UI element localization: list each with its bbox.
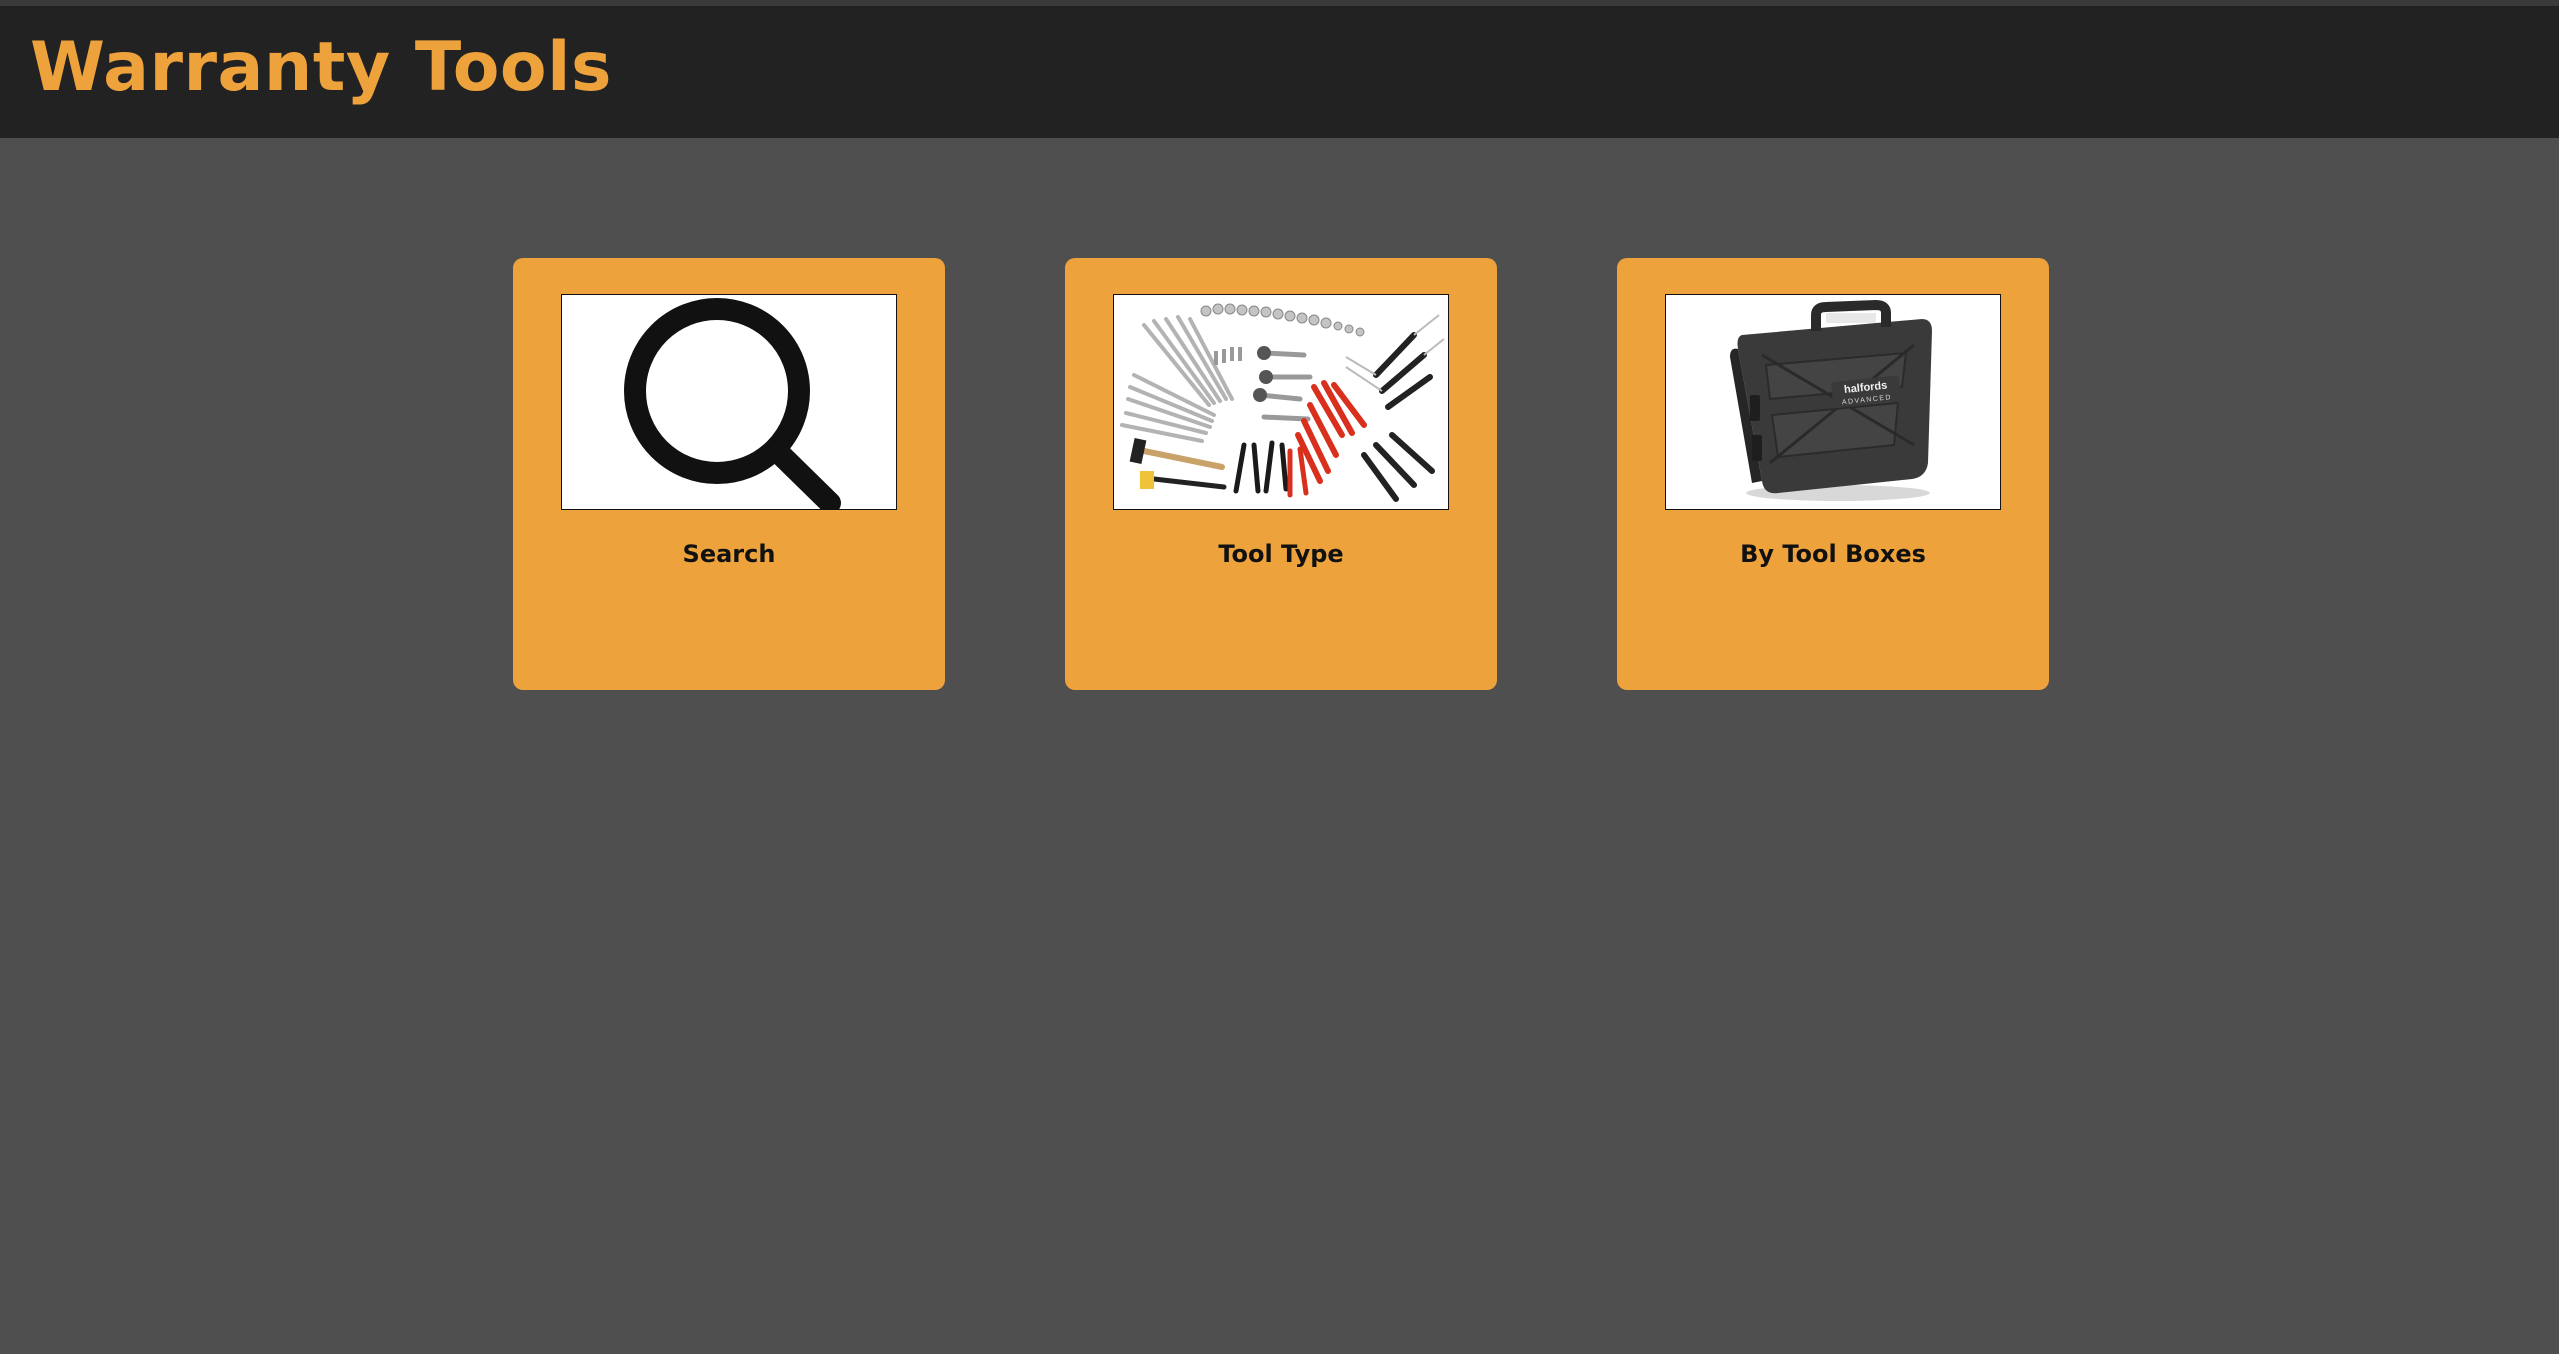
search-card[interactable]: Search	[513, 258, 945, 690]
tool-type-card-label: Tool Type	[1218, 540, 1344, 568]
app-title: Warranty Tools	[30, 28, 612, 107]
tool-type-thumbnail	[1113, 294, 1449, 510]
tool-boxes-thumbnail: halfords ADVANCED	[1665, 294, 2001, 510]
tool-boxes-card-label: By Tool Boxes	[1740, 540, 1926, 568]
tool-box-image: halfords ADVANCED	[1730, 299, 1932, 501]
app-header: Warranty Tools	[0, 6, 2559, 138]
tool-set-image	[1120, 303, 1445, 502]
tool-type-card[interactable]: Tool Type	[1065, 258, 1497, 690]
search-card-label: Search	[682, 540, 776, 568]
magnifier-icon	[624, 298, 841, 509]
tool-boxes-card[interactable]: halfords ADVANCED By Tool Boxes	[1617, 258, 2049, 690]
search-thumbnail	[561, 294, 897, 510]
